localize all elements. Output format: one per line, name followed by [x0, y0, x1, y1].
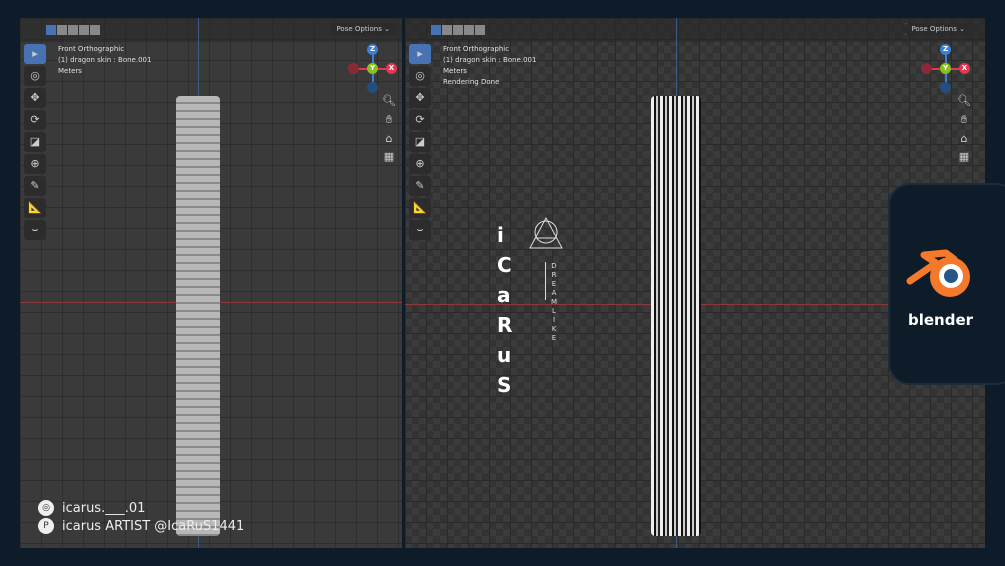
viewport-info: Front Orthographic (1) dragon skin : Bon… [443, 44, 536, 88]
view-name: Front Orthographic [58, 45, 125, 53]
zoom-icon[interactable]: 🔍︎ [957, 94, 971, 107]
wm-letter: i [497, 223, 504, 247]
annotate-tool[interactable]: ✎ [24, 176, 46, 196]
viewport-header: x Pose Options ⌄ [405, 18, 985, 42]
blender-logo-icon [906, 249, 970, 297]
wm-letter: R [497, 313, 513, 337]
x-axis[interactable]: X [959, 63, 970, 74]
wm-letter: C [497, 253, 512, 277]
neg-z-axis[interactable] [940, 82, 951, 93]
navigation-gizmo[interactable]: Z Y X [921, 44, 971, 94]
toolbar: ▸ ◎ ✥ ⟳ ◪ ⊕ ✎ 📐 ⌣ [24, 44, 48, 242]
instagram-icon: ◎ [38, 500, 54, 516]
instagram-text: icarus.___.01 [62, 500, 146, 516]
cursor-tool[interactable]: ◎ [409, 66, 431, 86]
neg-z-axis[interactable] [367, 82, 378, 93]
grid-icon[interactable]: ▦ [382, 150, 396, 163]
icarus-logo-icon [529, 216, 563, 249]
camera-icon[interactable]: ⌂ [382, 132, 396, 145]
scale-tool[interactable]: ◪ [409, 132, 431, 152]
render-status: Rendering Done [443, 78, 500, 86]
hand-icon[interactable]: ✋︎ [382, 113, 396, 127]
navigation-gizmo[interactable]: Z Y X [348, 44, 398, 94]
select-mode-buttons[interactable] [431, 25, 485, 35]
hand-icon[interactable]: ✋︎ [957, 113, 971, 127]
object-name: (1) dragon skin : Bone.001 [443, 56, 537, 64]
transform-tool[interactable]: ⊕ [409, 154, 431, 174]
pose-options-label: Pose Options [336, 25, 382, 33]
move-tool[interactable]: ✥ [409, 88, 431, 108]
measure-tool[interactable]: 📐 [409, 198, 431, 218]
select-box-tool[interactable]: ▸ [24, 44, 46, 64]
pose-options-dropdown[interactable]: Pose Options ⌄ [330, 23, 396, 35]
camera-icon[interactable]: ⌂ [957, 132, 971, 145]
blender-wordmark: blender [908, 311, 974, 329]
transform-tool[interactable]: ⊕ [24, 154, 46, 174]
viewport-left[interactable]: x Pose Options ⌄ Front Orthographic (1) … [20, 18, 402, 548]
blender-badge: blender [888, 183, 1005, 385]
toolbar: ▸ ◎ ✥ ⟳ ◪ ⊕ ✎ 📐 ⌣ [409, 44, 433, 242]
cursor-tool[interactable]: ◎ [24, 66, 46, 86]
view-name: Front Orthographic [443, 45, 510, 53]
wm-letter: u [497, 343, 512, 367]
y-axis[interactable]: Y [367, 63, 378, 74]
rotate-tool[interactable]: ⟳ [24, 110, 46, 130]
pose-tool[interactable]: ⌣ [409, 220, 431, 240]
pinterest-icon: P [38, 518, 54, 534]
z-axis[interactable]: Z [367, 44, 378, 55]
dreamlike-tagline: DREAMLIKE [551, 262, 558, 342]
grid-icon[interactable]: ▦ [957, 150, 971, 163]
zoom-icon[interactable]: 🔍︎ [382, 94, 396, 107]
wm-letter: S [497, 373, 512, 397]
neg-x-axis[interactable] [348, 63, 359, 74]
dragon-skin-mesh [176, 96, 220, 536]
units: Meters [58, 67, 82, 75]
scale-tool[interactable]: ◪ [24, 132, 46, 152]
y-axis[interactable]: Y [940, 63, 951, 74]
annotate-tool[interactable]: ✎ [409, 176, 431, 196]
viewport-header: x Pose Options ⌄ [20, 18, 402, 42]
pinterest-text: icarus ARTIST @IcaRuS1441 [62, 518, 245, 534]
icarus-watermark: i C a R u S [497, 220, 517, 400]
move-tool[interactable]: ✥ [24, 88, 46, 108]
wm-letter: a [497, 283, 511, 307]
pose-tool[interactable]: ⌣ [24, 220, 46, 240]
object-name: (1) dragon skin : Bone.001 [58, 56, 152, 64]
select-box-tool[interactable]: ▸ [409, 44, 431, 64]
z-axis[interactable]: Z [940, 44, 951, 55]
x-axis[interactable]: X [386, 63, 397, 74]
pinterest-handle: P icarus ARTIST @IcaRuS1441 [38, 518, 244, 534]
pose-options-dropdown[interactable]: Pose Options ⌄ [905, 23, 971, 35]
rotate-tool[interactable]: ⟳ [409, 110, 431, 130]
pose-options-label: Pose Options [911, 25, 957, 33]
instagram-handle: ◎ icarus.___.01 [38, 500, 145, 516]
dragon-skin-render [651, 96, 701, 536]
select-mode-buttons[interactable] [46, 25, 100, 35]
measure-tool[interactable]: 📐 [24, 198, 46, 218]
viewport-info: Front Orthographic (1) dragon skin : Bon… [58, 44, 151, 77]
units: Meters [443, 67, 467, 75]
neg-x-axis[interactable] [921, 63, 932, 74]
